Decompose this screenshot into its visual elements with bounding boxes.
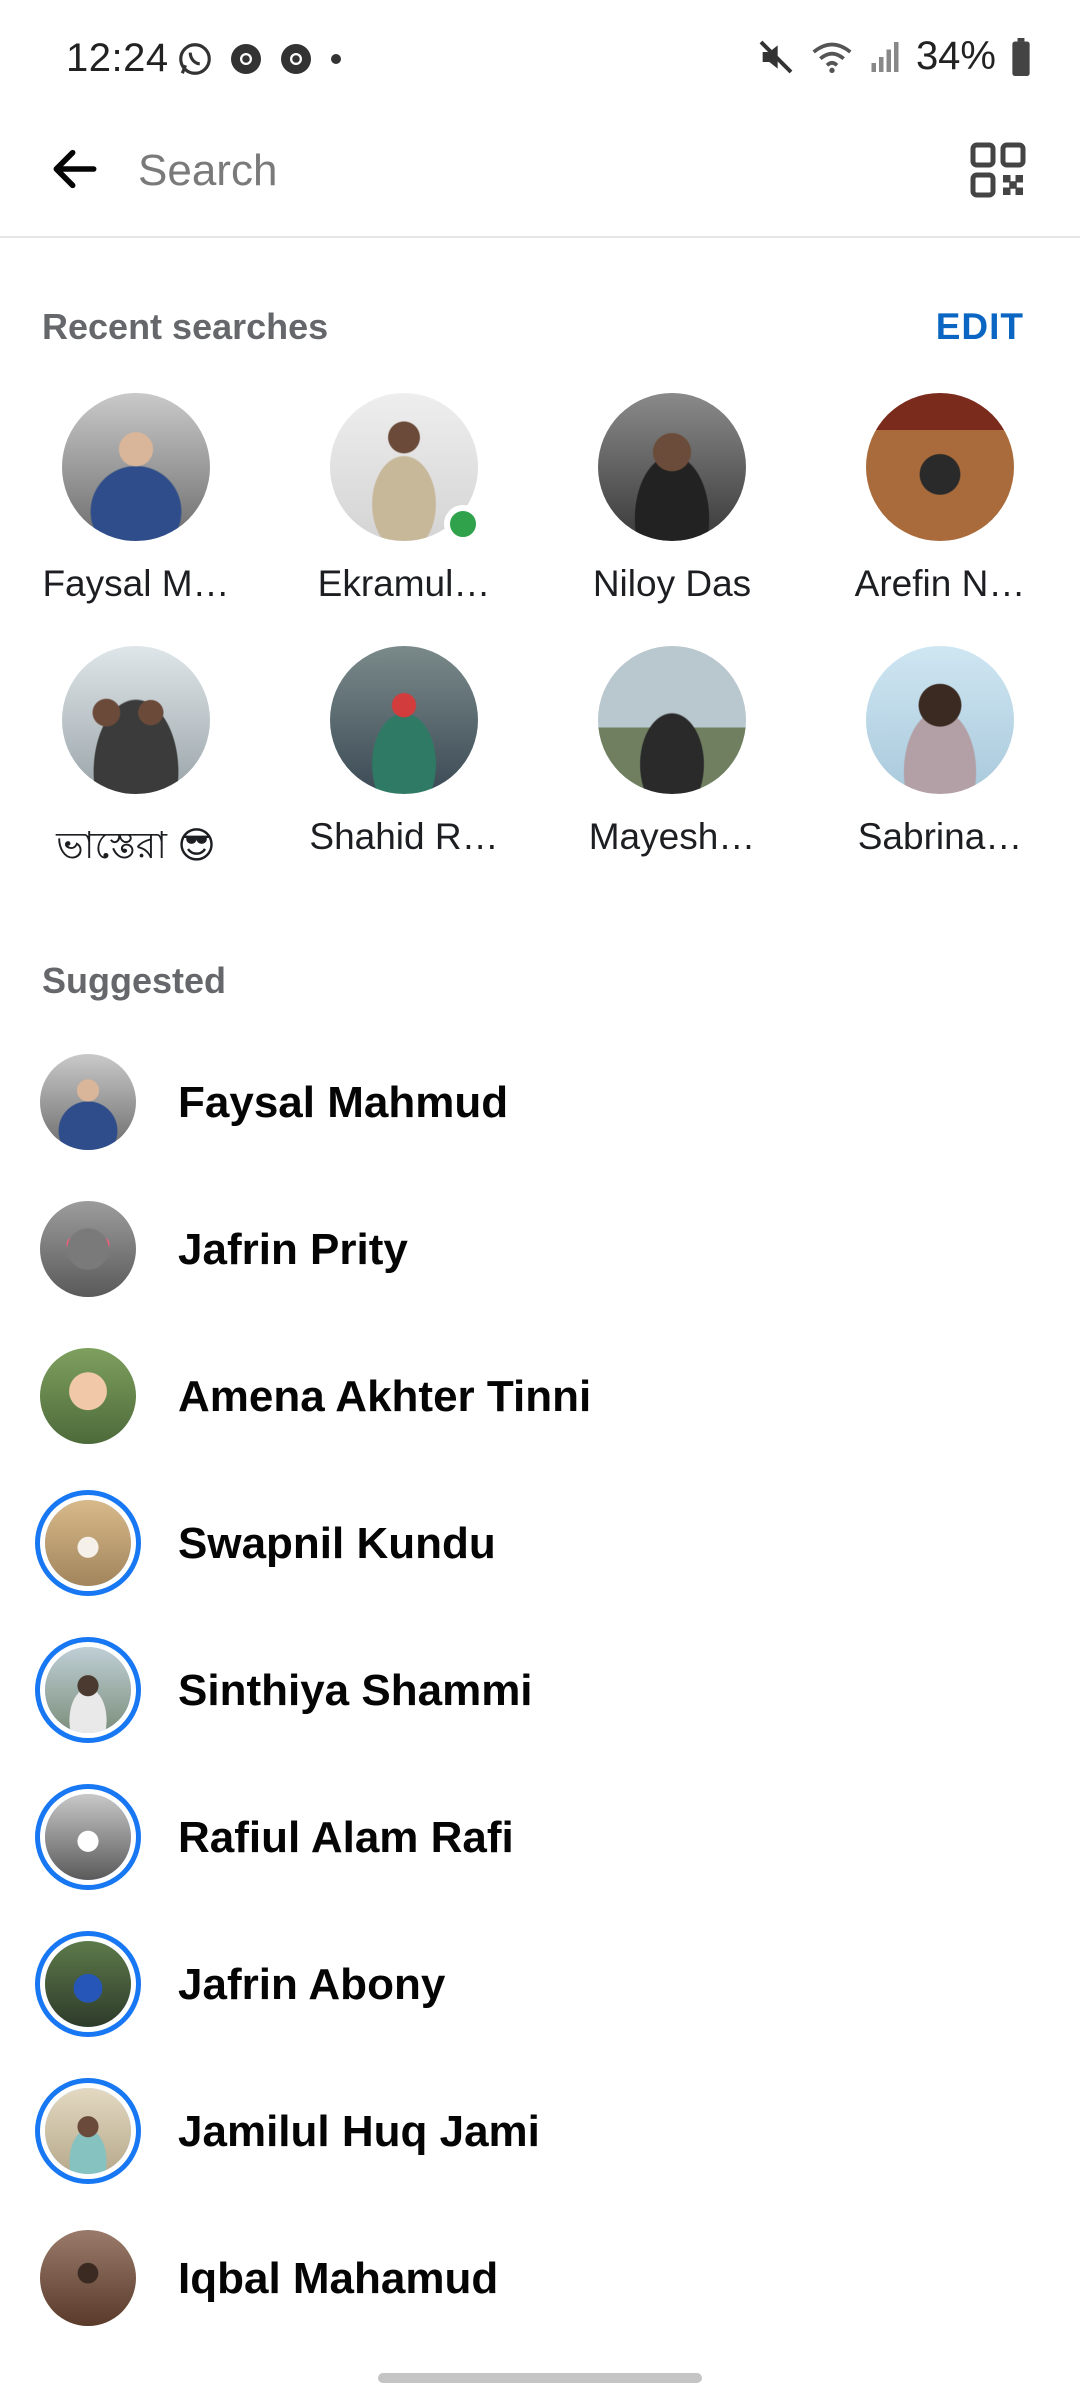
contact-name: Faysal Mahmud xyxy=(178,1078,509,1127)
battery-icon xyxy=(1010,37,1032,76)
online-status-indicator xyxy=(444,505,482,543)
contact-name: Iqbal Mahamud xyxy=(178,2254,499,2303)
wifi-icon xyxy=(810,37,854,77)
avatar xyxy=(62,393,210,541)
arrow-left-icon xyxy=(53,149,97,189)
avatar xyxy=(330,393,482,543)
recent-item[interactable]: ভাস্তেরা 😎 xyxy=(2,646,270,879)
list-item[interactable]: Jafrin Prity xyxy=(0,1197,1080,1317)
recent-item-name: Ekramul… xyxy=(317,563,491,604)
list-item[interactable]: Swapnil Kundu xyxy=(0,1491,1080,1611)
contact-name: Jafrin Abony xyxy=(178,1960,446,2009)
recent-item-name: Arefin N… xyxy=(854,563,1026,604)
home-indicator[interactable] xyxy=(378,2373,702,2383)
back-button[interactable] xyxy=(40,134,110,204)
avatar xyxy=(40,1201,136,1297)
list-item[interactable]: Faysal Mahmud xyxy=(0,1050,1080,1170)
contact-name: Swapnil Kundu xyxy=(178,1519,496,1568)
recent-item-name: Niloy Das xyxy=(592,563,752,604)
recent-item[interactable]: Shahid R… xyxy=(270,646,538,858)
list-item[interactable]: Iqbal Mahamud xyxy=(0,2226,1080,2346)
mute-icon xyxy=(756,37,796,77)
recent-item-name: ভাস্তেরা 😎 xyxy=(56,825,216,866)
list-item[interactable]: Jafrin Abony xyxy=(0,1932,1080,2052)
list-item[interactable]: Rafiul Alam Rafi xyxy=(0,1785,1080,1905)
avatar-with-story-ring xyxy=(45,1794,131,1880)
avatar-with-story-ring xyxy=(45,1941,131,2027)
recent-item[interactable]: Faysal M… xyxy=(2,393,270,605)
recent-item-name: Sabrina… xyxy=(857,816,1023,857)
notification-icons xyxy=(176,40,344,78)
recent-item[interactable]: Niloy Das xyxy=(538,393,806,605)
chrome-icon xyxy=(228,41,264,77)
avatar xyxy=(40,2230,136,2326)
contact-name: Sinthiya Shammi xyxy=(178,1666,533,1715)
contact-name: Jamilul Huq Jami xyxy=(178,2107,540,2156)
avatar xyxy=(330,646,478,794)
avatar-with-story-ring xyxy=(45,1647,131,1733)
avatar xyxy=(866,646,1014,794)
avatar xyxy=(866,393,1014,541)
search-input[interactable] xyxy=(136,130,920,212)
contact-name: Amena Akhter Tinni xyxy=(178,1372,592,1421)
status-bar: 12:24 34% xyxy=(0,0,1080,120)
recent-searches-title: Recent searches xyxy=(42,306,329,347)
avatar xyxy=(598,646,746,794)
recent-item[interactable]: Sabrina… xyxy=(806,646,1074,858)
avatar xyxy=(598,393,746,541)
whatsapp-icon xyxy=(176,40,214,78)
qr-code-button[interactable] xyxy=(962,134,1034,206)
avatar-with-story-ring xyxy=(45,2088,131,2174)
list-item[interactable]: Amena Akhter Tinni xyxy=(0,1344,1080,1464)
suggested-title: Suggested xyxy=(42,960,227,1001)
signal-icon xyxy=(868,39,902,75)
edit-recent-button[interactable]: EDIT xyxy=(936,306,1024,348)
avatar-with-story-ring xyxy=(45,1500,131,1586)
avatar xyxy=(62,646,210,794)
dot-icon xyxy=(328,51,344,67)
list-item[interactable]: Jamilul Huq Jami xyxy=(0,2079,1080,2199)
qr-code-icon xyxy=(970,142,1026,198)
recent-item-name: Faysal M… xyxy=(42,563,230,604)
recent-item-name: Shahid R… xyxy=(309,816,499,857)
recent-item[interactable]: Ekramul… xyxy=(270,393,538,605)
avatar xyxy=(40,1348,136,1444)
chrome-icon xyxy=(278,41,314,77)
contact-name: Jafrin Prity xyxy=(178,1225,408,1274)
contact-name: Rafiul Alam Rafi xyxy=(178,1813,514,1862)
status-time: 12:24 xyxy=(66,36,169,80)
system-icons: 34% xyxy=(756,34,1032,79)
battery-percent: 34% xyxy=(915,34,996,78)
list-item[interactable]: Sinthiya Shammi xyxy=(0,1638,1080,1758)
search-header xyxy=(0,120,1080,238)
recent-item[interactable]: Arefin N… xyxy=(806,393,1074,605)
recent-item-name: Mayesh… xyxy=(588,816,756,857)
avatar xyxy=(40,1054,136,1150)
recent-item[interactable]: Mayesh… xyxy=(538,646,806,858)
